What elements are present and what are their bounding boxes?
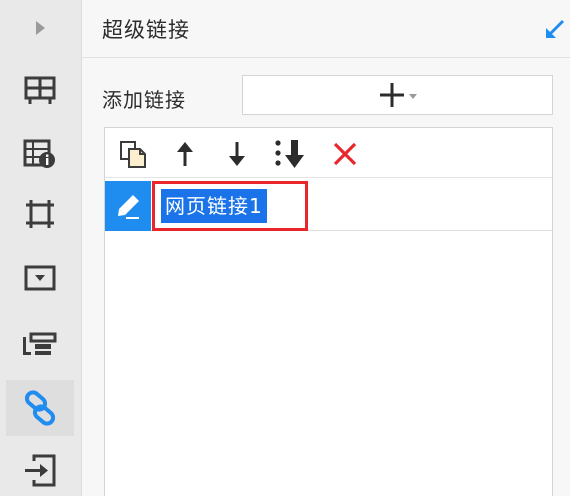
dropdown-widget-icon	[24, 265, 56, 291]
form-layout-button[interactable]	[6, 316, 74, 372]
copy-button[interactable]	[115, 136, 151, 172]
link-toolbar	[105, 128, 552, 178]
delete-icon	[333, 142, 357, 166]
import-button[interactable]	[6, 442, 74, 496]
copy-icon	[120, 141, 146, 168]
link-list: 网页链接1	[104, 127, 553, 496]
add-link-dropdown-button[interactable]	[242, 75, 553, 115]
pencil-icon	[118, 195, 139, 219]
link-icon	[24, 390, 56, 426]
form-layout-icon	[23, 332, 57, 355]
crop-frame-icon	[26, 200, 54, 228]
move-down-button[interactable]	[219, 136, 255, 172]
table-info-icon	[23, 139, 55, 168]
link-list-item[interactable]: 网页链接1	[105, 181, 552, 231]
expand-rail-button[interactable]	[6, 8, 74, 48]
move-to-bottom-button[interactable]	[271, 136, 311, 172]
panel-title: 超级链接	[102, 18, 190, 42]
highlight-box	[152, 181, 308, 231]
delete-button[interactable]	[327, 136, 363, 172]
plus-icon	[379, 83, 404, 107]
hyperlink-panel: 超级链接 添加链接 网页链接1	[82, 0, 570, 496]
move-up-button[interactable]	[167, 136, 203, 172]
import-icon	[25, 454, 56, 487]
widget-button[interactable]	[6, 250, 74, 306]
triangle-right-icon	[36, 21, 45, 35]
hyperlink-panel-window: 超级链接 添加链接 网页链接1	[0, 0, 570, 496]
add-link-label: 添加链接	[102, 88, 186, 112]
collapse-panel-button[interactable]	[544, 18, 566, 44]
edit-link-button[interactable]	[105, 181, 151, 231]
arrow-down-left-icon	[546, 19, 565, 38]
left-rail	[0, 0, 82, 496]
move-up-icon	[177, 142, 193, 166]
chevron-down-icon	[408, 94, 417, 99]
move-down-icon	[229, 142, 245, 166]
float-element-button[interactable]	[6, 186, 74, 242]
cell-element-button[interactable]	[6, 62, 74, 118]
move-to-bottom-icon	[275, 140, 304, 168]
hyperlink-button[interactable]	[6, 380, 74, 436]
panel-header: 超级链接	[82, 0, 570, 58]
cell-element-icon	[24, 76, 56, 104]
cell-attribute-button[interactable]	[6, 126, 74, 182]
